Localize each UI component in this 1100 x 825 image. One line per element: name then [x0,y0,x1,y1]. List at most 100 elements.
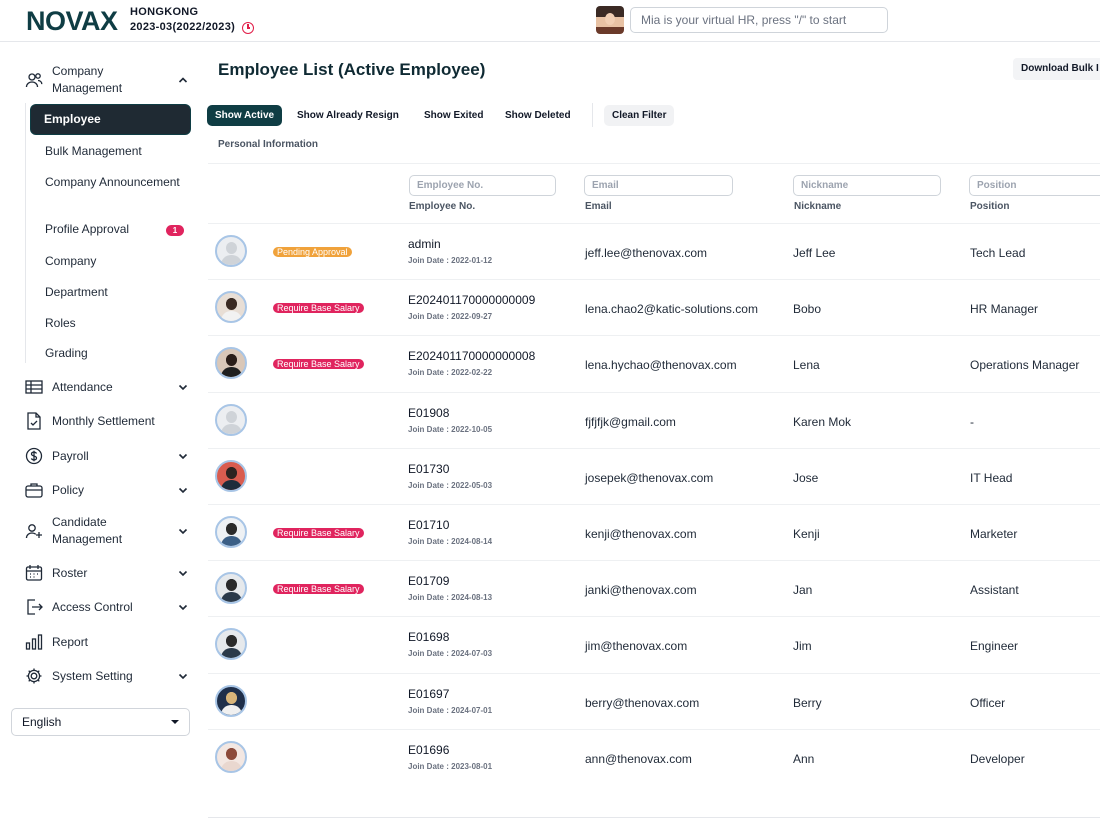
employee-no-cell: E01730 [408,461,450,476]
position-cell: - [970,414,974,429]
column-header-email[interactable]: Email [585,201,612,212]
sidebar-item-system-setting[interactable]: System Setting [24,667,190,685]
column-header-employee-no[interactable]: Employee No. [409,201,475,212]
nickname-cell: Lena [793,358,820,373]
sidebar-item-roster[interactable]: Roster [24,564,190,582]
sidebar: Company Management Employee Bulk Managem… [0,43,200,825]
table-row[interactable]: Pending Approval admin Join Date : 2022-01… [208,223,1100,279]
mia-assistant-avatar[interactable] [596,6,624,34]
subnav-guide-line [25,103,26,363]
novax-logo[interactable]: NOVAX [26,6,118,37]
position-cell: Officer [970,695,1006,710]
email-cell: jeff.lee@thenovax.com [585,246,708,260]
table-row[interactable]: E01730 Join Date : 2022-05-03 josepek@then… [208,447,1100,504]
position-cell: Developer [970,751,1025,766]
sidebar-sub-item-company[interactable]: Company [45,253,185,270]
chevron-down-icon[interactable] [176,380,190,394]
language-select[interactable]: English [11,708,190,736]
nickname-cell: Jan [793,583,813,598]
sidebar-sub-item-grading[interactable]: Grading [45,345,185,362]
filter-show-exited-button[interactable]: Show Exited [416,105,491,126]
employee-avatar[interactable] [215,403,247,436]
sidebar-item-candidate-management[interactable]: Candidate Management [24,514,190,548]
profile-approval-count-badge: 1 [166,225,184,236]
sidebar-item-company-management[interactable]: Company Management [24,63,190,97]
table-row[interactable]: Require Base Salary E202401170000000008 Jo… [208,335,1100,391]
employee-no-filter-input[interactable] [409,175,556,196]
clean-filter-button[interactable]: Clean Filter [604,105,675,126]
sidebar-sub-item-profile-approval[interactable]: Profile Approval [45,221,185,238]
join-date-cell: Join Date : 2022-09-27 [408,312,493,322]
sidebar-sub-item-bulk-management[interactable]: Bulk Management [45,143,185,160]
section-title-personal-information: Personal Information [218,139,319,150]
email-filter-input[interactable] [584,175,733,196]
column-header-nickname[interactable]: Nickname [794,201,841,212]
filter-show-deleted-button[interactable]: Show Deleted [497,105,579,126]
email-cell: josepek@thenovax.com [585,470,714,485]
position-cell: Marketer [970,527,1018,541]
sidebar-sub-item-company-announcement[interactable]: Company Announcement [45,174,185,191]
join-date-cell: Join Date : 2024-08-13 [408,593,493,603]
mia-search-input[interactable] [630,7,888,33]
nickname-cell: Jeff Lee [793,246,836,260]
filter-show-already-resign-button[interactable]: Show Already Resign [289,105,407,126]
join-date-cell: Join Date : 2024-07-03 [408,649,493,659]
employee-no-cell: admin [408,237,441,251]
chevron-down-icon[interactable] [176,600,190,614]
sidebar-item-monthly-settlement[interactable]: Monthly Settlement [24,412,190,430]
top-bar: NOVAX HONGKONG 2023-03(2022/2023) [0,0,1100,42]
email-cell: jim@thenovax.com [585,639,688,654]
employee-avatar[interactable] [215,347,247,380]
chevron-down-icon[interactable] [176,449,190,463]
language-value: English [22,715,62,729]
employee-avatar[interactable] [215,459,247,492]
nickname-cell: Kenji [793,527,820,541]
sidebar-item-policy[interactable]: Policy [24,481,190,499]
nickname-cell: Jose [793,470,819,485]
chevron-down-icon[interactable] [176,566,190,580]
sidebar-item-label: Policy [52,482,85,497]
position-cell: Assistant [970,583,1019,598]
dollar-icon [24,447,44,465]
clock-icon[interactable] [242,21,255,34]
employee-avatar[interactable] [215,740,247,773]
chevron-down-icon[interactable] [176,669,190,683]
status-badge: Require Base Salary [273,584,364,595]
filter-show-active-button[interactable]: Show Active [207,105,283,126]
position-filter-input[interactable] [969,175,1100,196]
nickname-cell: Bobo [793,302,822,317]
column-header-position[interactable]: Position [970,201,1009,212]
sidebar-item-payroll[interactable]: Payroll [24,447,190,465]
sidebar-sub-item-department[interactable]: Department [45,284,185,301]
join-date-cell: Join Date : 2024-08-14 [408,537,493,546]
sidebar-item-attendance[interactable]: Attendance [24,378,190,396]
table-row[interactable]: Require Base Salary E202401170000000009 Jo… [208,279,1100,335]
sidebar-item-report[interactable]: Report [24,633,190,651]
download-bulk-button[interactable]: Download Bulk I [1013,58,1100,80]
company-period-selector[interactable]: HONGKONG 2023-03(2022/2023) [130,5,255,35]
calendar-icon [24,564,44,582]
document-check-icon [24,412,44,430]
table-row[interactable]: E01698 Join Date : 2024-07-03 jim@thenovax… [208,616,1100,672]
join-date-cell: Join Date : 2024-07-01 [408,705,493,715]
table-row[interactable]: E01697 Join Date : 2024-07-01 berry@thenov… [208,672,1100,729]
employee-avatar[interactable] [215,291,247,324]
sidebar-sub-item-employee[interactable]: Employee [31,105,190,134]
chevron-down-icon[interactable] [176,524,190,538]
employee-avatar[interactable] [215,628,247,661]
table-row[interactable]: Require Base Salary E01709 Join Date : 202… [208,560,1100,616]
nickname-cell: Karen Mok [793,414,852,429]
nickname-filter-input[interactable] [793,175,941,196]
chevron-up-icon[interactable] [176,73,190,87]
table-row[interactable]: E01696 Join Date : 2023-08-01 ann@thenovax… [208,728,1100,785]
employee-avatar[interactable] [215,235,247,267]
sidebar-sub-item-roles[interactable]: Roles [45,315,185,332]
table-row[interactable]: E01908 Join Date : 2022-10-05 fjfjfjk@gmai… [208,391,1100,448]
sidebar-item-access-control[interactable]: Access Control [24,598,190,616]
employee-avatar[interactable] [215,684,247,717]
chevron-down-icon[interactable] [176,483,190,497]
nickname-cell: Ann [793,751,815,766]
employee-avatar[interactable] [215,572,247,605]
table-row[interactable]: Require Base Salary E01710 Join Date : 202… [208,504,1100,560]
employee-avatar[interactable] [215,516,247,548]
